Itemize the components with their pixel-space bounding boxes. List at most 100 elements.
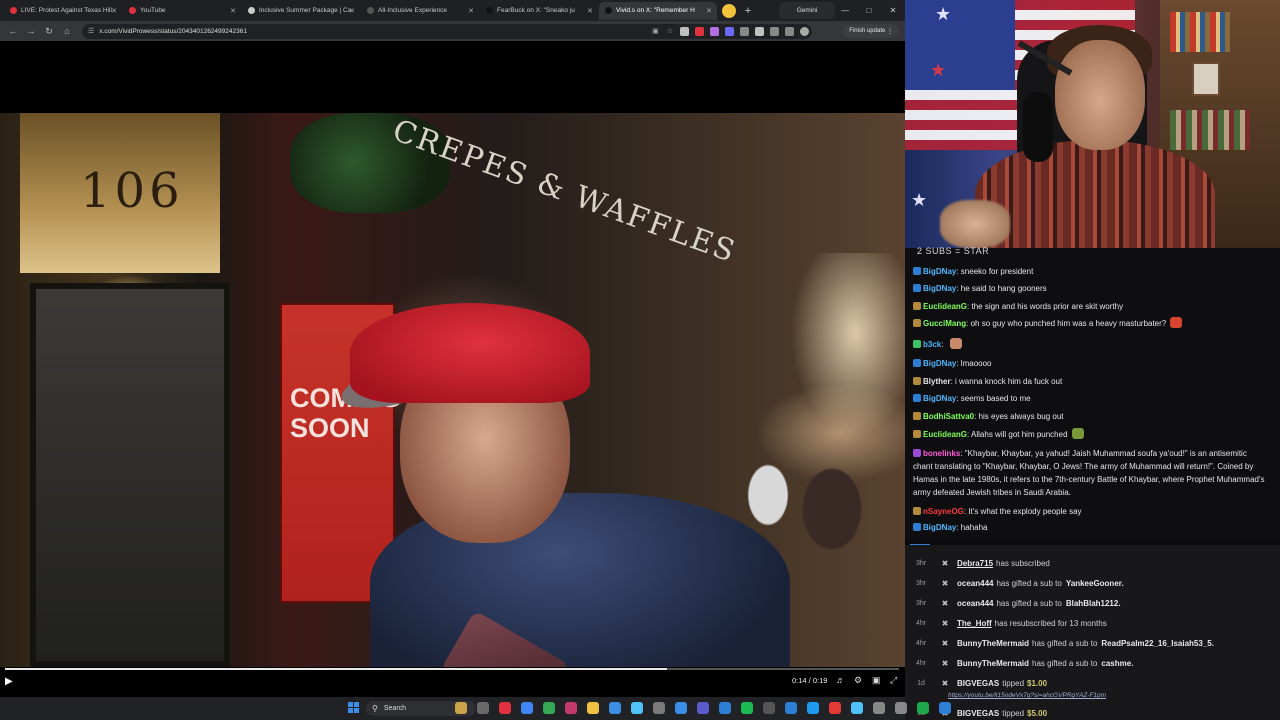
tab-close-icon[interactable]: ✕	[706, 7, 712, 15]
taskbar-app-icon[interactable]	[873, 702, 885, 714]
site-info-icon[interactable]: ☰	[88, 27, 94, 35]
forward-icon[interactable]: →	[22, 26, 40, 36]
chat-username[interactable]: BigDNay	[923, 394, 956, 403]
taskbar-app-icon[interactable]	[675, 702, 687, 714]
browser-tab[interactable]: LIVE: Protest Against Texas Hill ✕	[4, 2, 122, 20]
event-target-user[interactable]: ReadPsalm22_16_Isaiah53_5.	[1101, 639, 1214, 648]
taskbar-app-icon[interactable]	[829, 702, 841, 714]
home-icon[interactable]: ⌂	[58, 26, 76, 36]
bookmark-star-icon[interactable]: ☆	[667, 27, 673, 35]
event-username[interactable]: ocean444	[957, 599, 993, 608]
browser-tab[interactable]: Inclusive Summer Package | Ca ✕	[242, 2, 360, 20]
tab-close-icon[interactable]: ✕	[349, 7, 355, 15]
browser-tab[interactable]: Vivid.s on X: "Remember H ✕	[599, 1, 717, 20]
maximize-icon[interactable]: □	[857, 0, 881, 21]
event-username[interactable]: BunnyTheMermaid	[957, 659, 1029, 668]
chat-username[interactable]: BigDNay	[923, 359, 956, 368]
chat-username[interactable]: bonelinks	[923, 449, 960, 458]
back-icon[interactable]: ←	[4, 26, 22, 36]
tab-label: FearBuck on X: "Sneako ju	[497, 7, 575, 14]
taskbar-app-icon[interactable]	[895, 702, 907, 714]
picture-in-picture-icon[interactable]: ▣	[872, 675, 881, 686]
taskbar-app-icon[interactable]	[521, 702, 533, 714]
video-frame[interactable]: 106 CREPES & WAFFLES COMING SOON	[0, 113, 905, 667]
taskbar-app-icon[interactable]	[763, 702, 775, 714]
sign-number: 106	[80, 163, 184, 219]
chat-username[interactable]: BigDNay	[923, 267, 956, 276]
fullscreen-icon[interactable]: ⤢	[890, 675, 897, 686]
extension-icon[interactable]	[725, 26, 734, 36]
reload-icon[interactable]: ↻	[40, 26, 58, 37]
browser-tab[interactable]: FearBuck on X: "Sneako ju ✕	[480, 2, 598, 20]
cast-icon[interactable]: ▣	[652, 27, 659, 35]
tab-close-icon[interactable]: ✕	[230, 7, 236, 15]
taskbar-app-icon[interactable]	[543, 702, 555, 714]
tab-close-icon[interactable]: ✕	[468, 7, 474, 15]
event-username[interactable]: BunnyTheMermaid	[957, 639, 1029, 648]
windows-start-icon[interactable]	[348, 702, 359, 713]
download-icon[interactable]	[785, 26, 794, 36]
chat-username[interactable]: GucciMang	[923, 319, 966, 328]
taskbar-app-icon[interactable]	[631, 702, 643, 714]
puzzle-icon[interactable]	[755, 26, 764, 36]
taskbar-app-icon[interactable]	[917, 702, 929, 714]
chat-text: Allahs will got him punched	[971, 430, 1068, 439]
chat-username[interactable]: EuclideanG	[923, 302, 967, 311]
tab-group-icon[interactable]	[722, 3, 736, 18]
taskbar-app-icon[interactable]	[807, 702, 819, 714]
play-icon[interactable]: ▶	[5, 676, 13, 687]
chat-username[interactable]: Blyther	[923, 377, 951, 386]
taskbar-app-icon[interactable]	[477, 702, 489, 714]
taskbar-app-icon[interactable]	[565, 702, 577, 714]
extension-icon[interactable]	[740, 26, 749, 36]
taskbar-app-icon[interactable]	[653, 702, 665, 714]
settings-gear-icon[interactable]: ⚙	[854, 675, 862, 686]
tab-close-icon[interactable]: ✕	[111, 7, 117, 15]
finish-update-button[interactable]: Finish update ⋮	[843, 24, 899, 38]
browser-tab[interactable]: All-Inclusive Experience ✕	[361, 2, 479, 20]
extension-icon[interactable]	[710, 26, 719, 36]
url-field[interactable]: ☰ x.com/VividProwess/status/204340126249…	[82, 23, 812, 39]
chat-username[interactable]: b3ck	[923, 340, 941, 349]
chat-username[interactable]: EuclideanG	[923, 430, 967, 439]
chat-username[interactable]: nSayneOG	[923, 507, 964, 516]
event-target-user[interactable]: cashme.	[1101, 659, 1133, 668]
tab-close-icon[interactable]: ✕	[587, 7, 593, 15]
event-username[interactable]: The_Hoff	[957, 619, 992, 628]
gemini-tab[interactable]: Gemini	[779, 2, 835, 19]
video-player[interactable]: 106 CREPES & WAFFLES COMING SOON	[0, 41, 905, 697]
profile-avatar-icon[interactable]	[800, 26, 809, 36]
event-username[interactable]: Debra715	[957, 559, 993, 568]
chat-username[interactable]: BodhiSattva0	[923, 412, 974, 421]
sidebar-icon[interactable]	[770, 26, 779, 36]
volume-icon[interactable]: ♬	[836, 675, 845, 685]
taskbar-app-icon[interactable]	[741, 702, 753, 714]
chat-badge-icon	[913, 340, 921, 348]
browser-tab[interactable]: YouTube ✕	[123, 2, 241, 20]
taskbar-app-icon[interactable]	[851, 702, 863, 714]
event-target-user[interactable]: YankeeGooner.	[1066, 579, 1124, 588]
event-username[interactable]: BIGVEGAS	[957, 679, 999, 688]
close-window-icon[interactable]: ✕	[881, 0, 905, 21]
event-username[interactable]: ocean444	[957, 579, 993, 588]
taskbar-app-icon[interactable]	[785, 702, 797, 714]
taskbar-app-icon[interactable]	[455, 702, 467, 714]
chat-message: BigDNay: lmaoooo	[913, 357, 1268, 370]
taskbar-app-icon[interactable]	[587, 702, 599, 714]
event-username[interactable]: BIGVEGAS	[957, 709, 999, 718]
extension-icon[interactable]	[680, 26, 689, 36]
chat-username[interactable]: BigDNay	[923, 523, 956, 532]
progress-bar[interactable]	[5, 668, 899, 670]
taskbar-app-icon[interactable]	[939, 702, 951, 714]
taskbar-app-icon[interactable]	[499, 702, 511, 714]
finish-update-label: Finish update	[849, 28, 886, 34]
tip-link[interactable]: https://youtu.be/lI15odeVx7g?si=ahcGVPRq…	[948, 692, 1106, 699]
chat-username[interactable]: BigDNay	[923, 284, 956, 293]
taskbar-app-icon[interactable]	[719, 702, 731, 714]
new-tab-icon[interactable]: +	[740, 5, 756, 17]
taskbar-app-icon[interactable]	[609, 702, 621, 714]
minimize-icon[interactable]: —	[833, 0, 857, 21]
taskbar-app-icon[interactable]	[697, 702, 709, 714]
event-target-user[interactable]: BlahBlah1212.	[1066, 599, 1121, 608]
extension-icon[interactable]	[695, 26, 704, 36]
